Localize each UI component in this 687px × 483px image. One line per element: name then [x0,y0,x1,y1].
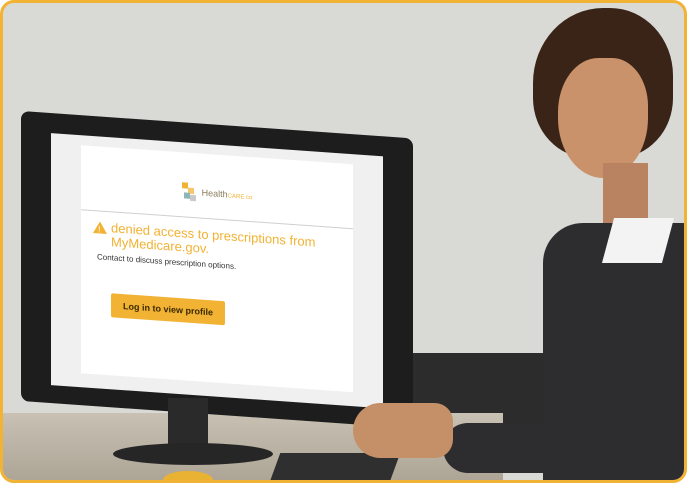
arm [443,423,583,473]
mouse-pad [163,471,213,480]
monitor-base [113,443,273,465]
healthcare-logo-icon [181,182,196,202]
alert-title: denied access to prescriptions from MyMe… [111,220,316,257]
office-scene: HealthCARE co denied access to prescript… [3,3,684,480]
woman-at-computer [353,3,684,480]
shirt-collar [601,218,675,263]
logo-text: HealthCARE co [202,188,253,202]
healthcare-logo: HealthCARE co [81,169,353,218]
monitor-screen: HealthCARE co denied access to prescript… [51,133,383,409]
alert-message: denied access to prescriptions from MyMe… [93,220,343,278]
computer-monitor: HealthCARE co denied access to prescript… [21,111,413,429]
logo-suffix: CARE co [227,193,253,202]
logo-brand: Health [201,187,228,200]
monitor-stand [168,398,208,448]
hand-on-keyboard [353,403,453,458]
web-page-card: HealthCARE co denied access to prescript… [81,145,353,393]
warning-triangle-icon [93,221,107,235]
face [558,58,648,178]
photo-frame: HealthCARE co denied access to prescript… [0,0,687,483]
log-in-button[interactable]: Log in to view profile [111,293,225,326]
